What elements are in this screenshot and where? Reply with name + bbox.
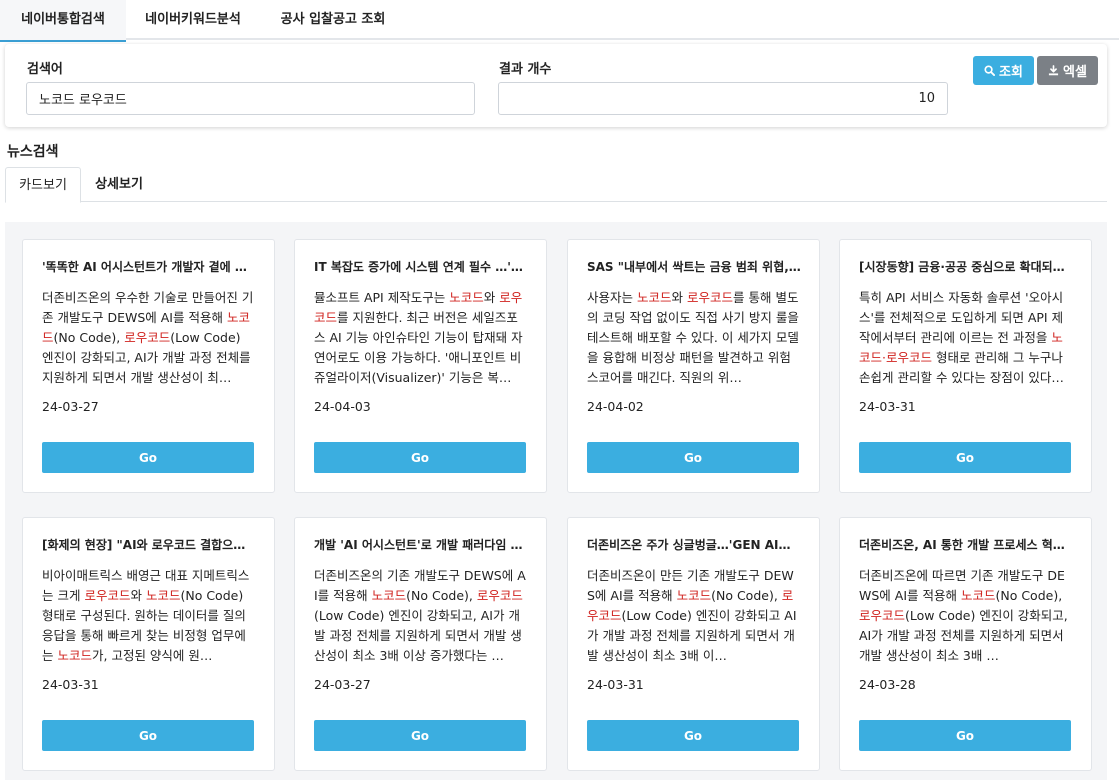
news-cards-area: '똑똑한 AI 어시스턴트가 개발자 곁에 … 더존비즈온의 우수한 기술로 만…: [5, 222, 1107, 780]
result-count-label: 결과 개수: [499, 62, 552, 77]
text-segment: 와: [130, 588, 146, 603]
go-button[interactable]: Go: [314, 442, 526, 473]
text-segment: 더존비즈온의 우수한 기술로 만들어진 기존 개발도구 DEWS에 AI를 적용…: [42, 290, 254, 325]
top-tab-bar: 네이버통합검색 네이버키워드분석 공사 입찰공고 조회: [0, 0, 1119, 42]
keyword-highlight: 노코드: [636, 290, 672, 305]
text-segment: 뮬소프트 API 제작도구는: [314, 290, 450, 305]
keyword-highlight: 노코드: [449, 290, 484, 305]
text-segment: 와: [671, 290, 687, 305]
excel-button-label: 엑셀: [1063, 65, 1087, 80]
news-card: IT 복잡도 증가에 시스템 연계 필수 …'… 뮬소프트 API 제작도구는 …: [294, 239, 547, 493]
text-segment: 특히 API 서비스 자동화 솔루션 '오아시스'를 전체적으로 도입하게 되면…: [859, 290, 1064, 345]
keyword-label: 검색어: [27, 62, 63, 77]
card-snippet: 더존비즈온이 만든 기존 개발도구 DEWS에 AI를 적용해 노코드(No C…: [587, 566, 801, 666]
card-snippet: 더존비즈온의 기존 개발도구 DEWS에 AI를 적용해 노코드(No Code…: [314, 566, 528, 666]
card-snippet: 특히 API 서비스 자동화 솔루션 '오아시스'를 전체적으로 도입하게 되면…: [859, 288, 1073, 388]
news-card: [화제의 현장] "AI와 로우코드 결합으로… 비아이매트릭스 배영근 대표 …: [22, 517, 275, 771]
keyword-highlight: 로우코드: [476, 588, 523, 603]
search-button[interactable]: 조회: [973, 56, 1034, 85]
news-card: 개발 'AI 어시스턴트'로 개발 패러다임 … 더존비즈온의 기존 개발도구 …: [294, 517, 547, 771]
card-title: IT 복잡도 증가에 시스템 연계 필수 …'…: [314, 260, 523, 274]
text-segment: [화제의 현장] "AI와: [42, 538, 152, 552]
tab-naver-keyword-analysis[interactable]: 네이버키워드분석: [136, 0, 250, 40]
keyword-highlight: 노코드: [145, 588, 181, 603]
card-snippet: 더존비즈온에 따르면 기존 개발도구 DEWS에 AI를 적용해 노코드(No …: [859, 566, 1073, 666]
keyword-highlight: 로우코드: [859, 608, 906, 623]
card-title: 개발 'AI 어시스턴트'로 개발 패러다임 …: [314, 538, 523, 552]
keyword-highlight: 로우코드: [84, 588, 131, 603]
keyword-highlight: 로우코드: [686, 290, 733, 305]
section-title: 뉴스검색: [7, 144, 59, 160]
keyword-highlight: 노코드: [676, 588, 712, 603]
go-button[interactable]: Go: [859, 442, 1071, 473]
result-count-input[interactable]: [498, 82, 948, 115]
search-button-label: 조회: [999, 65, 1023, 80]
search-panel: 검색어 결과 개수 조회 엑셀: [5, 44, 1107, 127]
go-button[interactable]: Go: [42, 442, 254, 473]
text-segment: 가, 고정된 양식에 원…: [92, 648, 213, 663]
text-segment: (No Code),: [995, 588, 1063, 603]
tab-detail-view[interactable]: 상세보기: [81, 167, 157, 202]
go-button[interactable]: Go: [587, 720, 799, 751]
news-card: SAS "내부에서 싹트는 금융 범죄 위협,… 사용자는 노코드와 로우코드를…: [567, 239, 820, 493]
go-button[interactable]: Go: [587, 442, 799, 473]
card-date: 24-03-31: [587, 677, 644, 692]
keyword-highlight: 노코드: [371, 588, 407, 603]
card-title: '똑똑한 AI 어시스턴트가 개발자 곁에 …: [42, 260, 247, 274]
card-date: 24-04-03: [314, 399, 371, 414]
card-title: [시장동향] 금융·공공 중심으로 확대되…: [859, 260, 1065, 274]
keyword-highlight: 노코드: [57, 648, 92, 663]
text-segment: 를 지원한다. 최근 버전은 세일즈포스 AI 기능 아인슈타인 기능이 탑재돼…: [314, 310, 523, 385]
text-segment: (No Code),: [53, 330, 125, 345]
card-date: 24-03-31: [42, 677, 99, 692]
excel-export-button[interactable]: 엑셀: [1037, 56, 1098, 85]
card-snippet: 더존비즈온의 우수한 기술로 만들어진 기존 개발도구 DEWS에 AI를 적용…: [42, 288, 256, 388]
card-date: 24-03-27: [42, 399, 99, 414]
text-segment: 결합으로…: [195, 538, 256, 552]
tab-bid-notice-lookup[interactable]: 공사 입찰공고 조회: [274, 0, 392, 40]
text-segment: (Low Code) 엔진이 강화되고, AI가 개발 과정 전체를 지원하게 …: [314, 608, 522, 663]
news-card: [시장동향] 금융·공공 중심으로 확대되… 특히 API 서비스 자동화 솔루…: [839, 239, 1092, 493]
tab-card-view[interactable]: 카드보기: [5, 167, 81, 203]
go-button[interactable]: Go: [42, 720, 254, 751]
go-button[interactable]: Go: [859, 720, 1071, 751]
card-date: 24-03-27: [314, 677, 371, 692]
tab-naver-integrated-search[interactable]: 네이버통합검색: [0, 0, 126, 42]
news-card: 더존비즈온 주가 싱글벙글…'GEN AI… 더존비즈온이 만든 기존 개발도구…: [567, 517, 820, 771]
card-title: SAS "내부에서 싹트는 금융 범죄 위협,…: [587, 260, 801, 274]
keyword-highlight: 로우코드: [151, 538, 196, 552]
news-card: '똑똑한 AI 어시스턴트가 개발자 곁에 … 더존비즈온의 우수한 기술로 만…: [22, 239, 275, 493]
text-segment: 와: [483, 290, 500, 305]
card-date: 24-04-02: [587, 399, 644, 414]
view-tab-bar: 카드보기 상세보기: [5, 167, 1107, 203]
card-snippet: 사용자는 노코드와 로우코드를 통해 별도의 코딩 작업 없이도 직접 사기 방…: [587, 288, 801, 388]
download-icon: [1048, 65, 1059, 76]
card-snippet: 뮬소프트 API 제작도구는 노코드와 로우코드를 지원한다. 최근 버전은 세…: [314, 288, 528, 388]
text-segment: (No Code),: [711, 588, 782, 603]
go-button[interactable]: Go: [314, 720, 526, 751]
news-card: 더존비즈온, AI 통한 개발 프로세스 혁… 더존비즈온에 따르면 기존 개발…: [839, 517, 1092, 771]
search-icon: [984, 65, 996, 76]
keyword-input[interactable]: [26, 82, 475, 115]
text-segment: 사용자는: [587, 290, 637, 305]
text-segment: (No Code),: [406, 588, 477, 603]
card-title: 더존비즈온, AI 통한 개발 프로세스 혁…: [859, 538, 1065, 552]
card-title: 더존비즈온 주가 싱글벙글…'GEN AI…: [587, 538, 791, 552]
keyword-highlight: 로우코드: [124, 330, 171, 345]
card-date: 24-03-31: [859, 399, 916, 414]
card-title: [화제의 현장] "AI와 로우코드 결합으로…: [42, 536, 256, 553]
card-date: 24-03-28: [859, 677, 916, 692]
keyword-highlight: 노코드: [960, 588, 996, 603]
card-snippet: 비아이매트릭스 배영근 대표 지메트릭스는 크게 로우코드와 노코드(No Co…: [42, 566, 256, 666]
